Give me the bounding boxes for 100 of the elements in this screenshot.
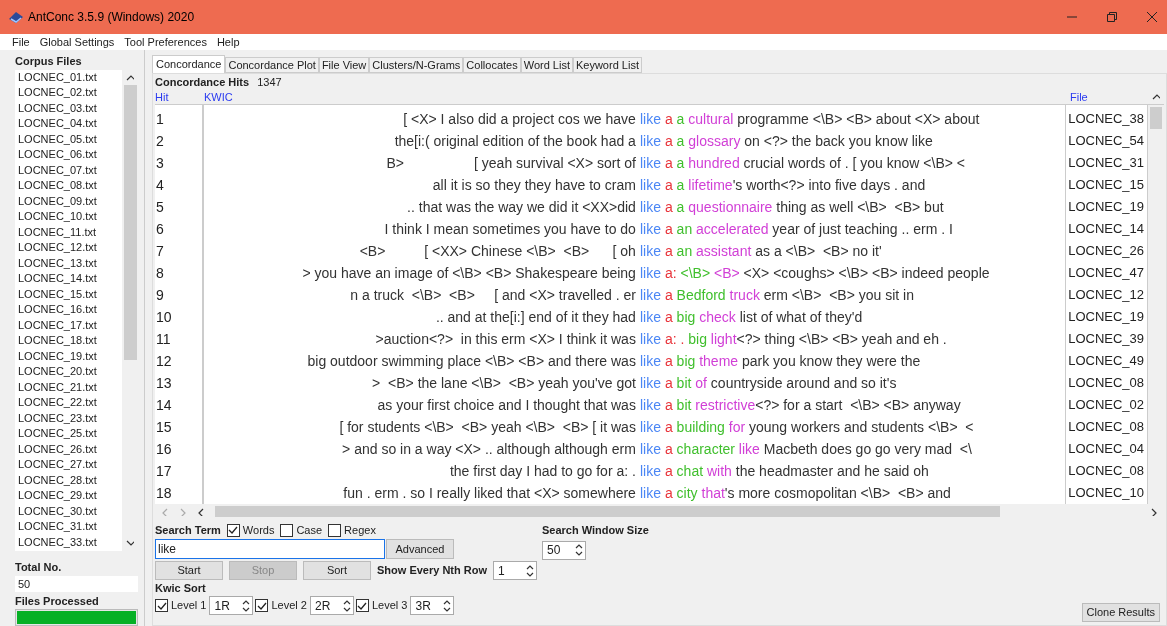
context-word: that — [700, 483, 725, 503]
spinner-field[interactable]: 1R — [209, 596, 254, 615]
context-word: a — [664, 131, 673, 151]
file-item[interactable]: LOCNEC_30.txt — [18, 503, 122, 519]
file-item[interactable]: LOCNEC_09.txt — [18, 193, 122, 209]
file-item[interactable]: LOCNEC_04.txt — [18, 116, 122, 132]
scroll-right-icon[interactable] — [1150, 507, 1158, 516]
checkbox[interactable] — [255, 599, 269, 612]
context-word: a — [675, 131, 685, 151]
file-item[interactable]: LOCNEC_27.txt — [18, 457, 122, 473]
column-header[interactable]: Hit — [155, 88, 204, 106]
file-item[interactable]: LOCNEC_11.txt — [18, 224, 122, 240]
keyword: like — [639, 417, 661, 437]
context-word: a — [664, 175, 673, 195]
file-item[interactable]: LOCNEC_26.txt — [18, 441, 122, 457]
file-item[interactable]: LOCNEC_25.txt — [18, 426, 122, 442]
menu-item[interactable]: Help — [216, 33, 240, 51]
tab[interactable]: Concordance Plot — [225, 57, 319, 73]
spinner-field[interactable]: 2R — [309, 596, 354, 615]
tab[interactable]: Word List — [520, 57, 573, 73]
menu-item[interactable]: Tool Preferences — [124, 33, 207, 51]
file-item[interactable]: LOCNEC_03.txt — [18, 100, 122, 116]
file-item[interactable]: LOCNEC_02.txt — [18, 85, 122, 101]
column-header[interactable]: KWIC — [204, 88, 1070, 106]
context-word: a — [664, 395, 673, 415]
checkbox[interactable] — [226, 523, 240, 537]
keyword: like — [639, 461, 661, 481]
tab[interactable]: Collocates — [463, 57, 521, 73]
file-item[interactable]: LOCNEC_13.txt — [18, 255, 122, 271]
menu-item[interactable]: Global Settings — [39, 33, 115, 51]
file-name: LOCNEC_15 — [1067, 176, 1146, 194]
scroll-up-icon[interactable] — [1152, 93, 1160, 101]
close-icon[interactable] — [1147, 12, 1157, 22]
file-item[interactable]: LOCNEC_10.txt — [18, 209, 122, 225]
spinner-field[interactable]: 3R — [410, 596, 455, 615]
context-word: programme <\B> <B> about <X> about — [736, 109, 980, 129]
file-item[interactable]: LOCNEC_20.txt — [18, 364, 122, 380]
context-word: a — [664, 417, 673, 437]
file-item[interactable]: LOCNEC_23.txt — [18, 410, 122, 426]
file-item[interactable]: LOCNEC_07.txt — [18, 162, 122, 178]
file-item[interactable]: LOCNEC_05.txt — [18, 131, 122, 147]
file-item[interactable]: LOCNEC_16.txt — [18, 302, 122, 318]
checkbox-label[interactable]: Level 3 — [371, 597, 408, 614]
scroll-up-icon[interactable] — [126, 73, 134, 82]
context-word: like — [737, 439, 760, 459]
spinner-field[interactable]: 50 — [542, 540, 586, 560]
tab[interactable]: Keyword List — [572, 57, 642, 73]
file-item[interactable]: LOCNEC_08.txt — [18, 178, 122, 194]
context-word: a — [664, 351, 673, 371]
checkbox[interactable] — [280, 523, 294, 537]
file-item[interactable]: LOCNEC_19.txt — [18, 348, 122, 364]
checkbox[interactable] — [355, 599, 369, 612]
keyword: like — [639, 175, 661, 195]
search-field[interactable]: like — [155, 539, 385, 559]
action-button[interactable]: Start — [155, 561, 223, 580]
file-item[interactable]: LOCNEC_33.txt — [18, 534, 122, 550]
checkbox-label[interactable]: Case — [296, 521, 323, 539]
advanced-button[interactable]: Advanced — [386, 539, 454, 559]
file-item[interactable]: LOCNEC_12.txt — [18, 240, 122, 256]
checkbox-label[interactable]: Words — [242, 521, 275, 539]
context-word: an — [675, 219, 693, 239]
left-context: n a truck <\B> <B> [ and <X> travelled . er — [350, 285, 636, 305]
file-item[interactable]: LOCNEC_17.txt — [18, 317, 122, 333]
hit-number: 5 — [155, 198, 165, 217]
context-word: bit — [675, 395, 692, 415]
clone-results-button[interactable]: Clone Results — [1081, 603, 1160, 622]
menu-item[interactable]: File — [12, 33, 30, 51]
file-item[interactable]: LOCNEC_31.txt — [18, 519, 122, 535]
context-word: a — [664, 153, 673, 173]
file-item[interactable]: LOCNEC_14.txt — [18, 271, 122, 287]
tab[interactable]: Clusters/N-Grams — [369, 57, 464, 73]
restore-icon[interactable] — [1107, 12, 1117, 22]
context-word: a — [664, 109, 673, 129]
checkbox-label[interactable]: Regex — [344, 521, 376, 539]
checkbox[interactable] — [155, 599, 168, 612]
keyword: like — [639, 483, 661, 503]
column-header[interactable]: File — [1070, 88, 1088, 106]
scroll-left-icon[interactable] — [197, 507, 205, 516]
context-word: Bedford — [675, 285, 726, 305]
hit-number: 1 — [155, 110, 165, 129]
vertical-scrollbar[interactable] — [1148, 105, 1164, 504]
left-context: <B> [ <XX> Chinese <\B> <B> [ oh — [359, 241, 636, 261]
checkbox-label[interactable]: Level 1 — [171, 597, 207, 614]
file-item[interactable]: LOCNEC_28.txt — [18, 472, 122, 488]
spinner-field[interactable]: 1 — [493, 561, 538, 580]
scroll-down-icon[interactable] — [126, 539, 134, 548]
file-item[interactable]: LOCNEC_22.txt — [18, 395, 122, 411]
file-item[interactable]: LOCNEC_21.txt — [18, 379, 122, 395]
tab[interactable]: File View — [318, 57, 370, 73]
file-item[interactable]: LOCNEC_18.txt — [18, 333, 122, 349]
checkbox[interactable] — [328, 523, 342, 537]
file-item[interactable]: LOCNEC_15.txt — [18, 286, 122, 302]
file-item[interactable]: LOCNEC_01.txt — [18, 69, 122, 85]
action-button[interactable]: Sort — [303, 561, 371, 580]
file-item[interactable]: LOCNEC_29.txt — [18, 488, 122, 504]
file-item[interactable]: LOCNEC_06.txt — [18, 147, 122, 163]
tab[interactable]: Concordance — [152, 55, 226, 73]
spin-arrows-icon[interactable] — [573, 542, 585, 558]
checkbox-label[interactable]: Level 2 — [271, 597, 307, 614]
file-name: LOCNEC_39 — [1067, 330, 1146, 348]
